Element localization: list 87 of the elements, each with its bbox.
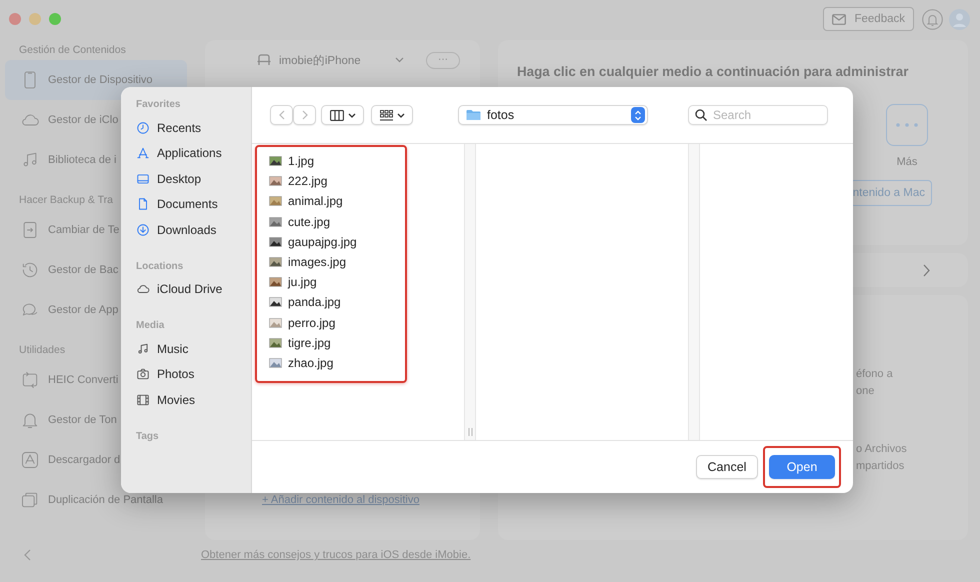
- sidebar-item[interactable]: Recents: [136, 115, 251, 140]
- sidebar-item[interactable]: Photos: [136, 362, 251, 387]
- image-thumbnail-icon: [269, 236, 282, 248]
- image-thumbnail-icon: [269, 356, 282, 369]
- mail-icon: [832, 14, 846, 24]
- option-text: o Archivos: [856, 442, 908, 457]
- desktop-icon: [136, 172, 150, 186]
- sidebar-item[interactable]: Documents: [136, 192, 251, 217]
- file-item[interactable]: perro.jpg: [269, 312, 405, 333]
- sidebar-item[interactable]: Movies: [136, 387, 251, 412]
- camera-icon: [136, 367, 150, 382]
- image-thumbnail-icon: [269, 296, 282, 308]
- music-note-icon: [136, 342, 150, 356]
- sidebar-section-title: Favorites: [136, 99, 182, 112]
- chevron-down-icon: [396, 112, 404, 118]
- chevron-down-icon: [395, 57, 404, 63]
- view-mode-button[interactable]: [321, 105, 364, 125]
- image-thumbnail-icon: [269, 155, 282, 168]
- stepper-arrows-icon: [634, 110, 642, 120]
- clock-icon: [20, 260, 40, 280]
- image-thumbnail-icon: [269, 276, 282, 288]
- sidebar-section-title: Utilidades: [19, 343, 66, 358]
- window-zoom-button[interactable]: [49, 13, 61, 25]
- chevron-left-icon: [278, 110, 284, 120]
- path-popup[interactable]: fotos: [458, 105, 648, 125]
- option-text: éfono a: [856, 367, 894, 382]
- columns-icon: [330, 110, 344, 120]
- sidebar-section-title: Hacer Backup & Tra: [19, 193, 113, 208]
- file-item[interactable]: zhao.jpg: [269, 352, 405, 374]
- image-thumbnail-icon: [269, 336, 282, 349]
- sidebar-item[interactable]: Applications: [136, 140, 251, 166]
- grid-icon: [380, 110, 392, 120]
- image-thumbnail-icon: [269, 216, 282, 228]
- more-media-button[interactable]: [886, 104, 928, 146]
- window-close-button[interactable]: [9, 13, 21, 25]
- clock-icon: [136, 120, 150, 135]
- option-text: one: [856, 384, 876, 398]
- image-thumbnail-icon: [269, 316, 282, 329]
- window-minimize-button[interactable]: [29, 13, 41, 25]
- file-item[interactable]: 222.jpg: [269, 171, 405, 192]
- convert-icon: [20, 370, 40, 390]
- image-thumbnail-icon: [269, 195, 282, 208]
- image-thumbnail-icon: [269, 175, 282, 188]
- group-button[interactable]: [371, 105, 413, 125]
- chevron-left-icon: [24, 549, 31, 561]
- sidebar-section-title: Media: [136, 320, 166, 333]
- file-item[interactable]: gaupajpg.jpg: [269, 232, 405, 252]
- app-store-icon: [20, 450, 40, 470]
- sidebar-item[interactable]: iCloud Drive: [136, 276, 251, 302]
- file-item[interactable]: animal.jpg: [269, 191, 405, 212]
- device-icon: [257, 54, 271, 66]
- bell-icon[interactable]: [922, 8, 943, 30]
- file-item[interactable]: panda.jpg: [269, 292, 405, 312]
- resize-handle-icon: [468, 428, 473, 436]
- sidebar-item[interactable]: Downloads: [136, 217, 251, 242]
- default-button[interactable]: Open: [769, 455, 835, 479]
- chevron-right-icon: [923, 264, 930, 276]
- dialog-button[interactable]: Cancel: [696, 455, 758, 479]
- screens-icon: [20, 490, 40, 510]
- back-button[interactable]: [270, 105, 293, 125]
- file-item[interactable]: images.jpg: [269, 252, 405, 272]
- media-heading: Haga clic en cualquier medio a continuación para administrar: [517, 64, 908, 79]
- app-store-icon: [136, 146, 150, 160]
- search-field[interactable]: Search: [688, 105, 828, 125]
- film-icon: [136, 392, 150, 407]
- media-label: Más: [896, 156, 918, 168]
- sidebar-section-title: Tags: [136, 430, 160, 444]
- download-icon: [136, 222, 150, 237]
- sidebar-item[interactable]: Desktop: [136, 166, 251, 192]
- image-thumbnail-icon: [269, 256, 282, 268]
- option-text: mpartidos: [856, 458, 906, 474]
- device-name: imobie的iPhone: [279, 54, 362, 68]
- file-item[interactable]: 1.jpg: [269, 151, 405, 172]
- avatar-icon[interactable]: [949, 8, 970, 30]
- folder-icon: [466, 109, 481, 121]
- chevron-down-icon: [348, 112, 356, 118]
- sidebar-section-title: Locations: [136, 260, 184, 274]
- file-item[interactable]: cute.jpg: [269, 212, 405, 232]
- document-icon: [136, 197, 150, 212]
- file-item[interactable]: tigre.jpg: [269, 332, 405, 353]
- sidebar-section-title: Gestión de Contenidos: [19, 43, 126, 58]
- dots-icon: [895, 122, 919, 128]
- chevron-right-icon: [302, 110, 308, 120]
- sidebar-item[interactable]: Music: [136, 336, 251, 362]
- search-icon: [695, 109, 707, 121]
- forward-button[interactable]: [293, 105, 316, 125]
- file-item[interactable]: ju.jpg: [269, 272, 405, 292]
